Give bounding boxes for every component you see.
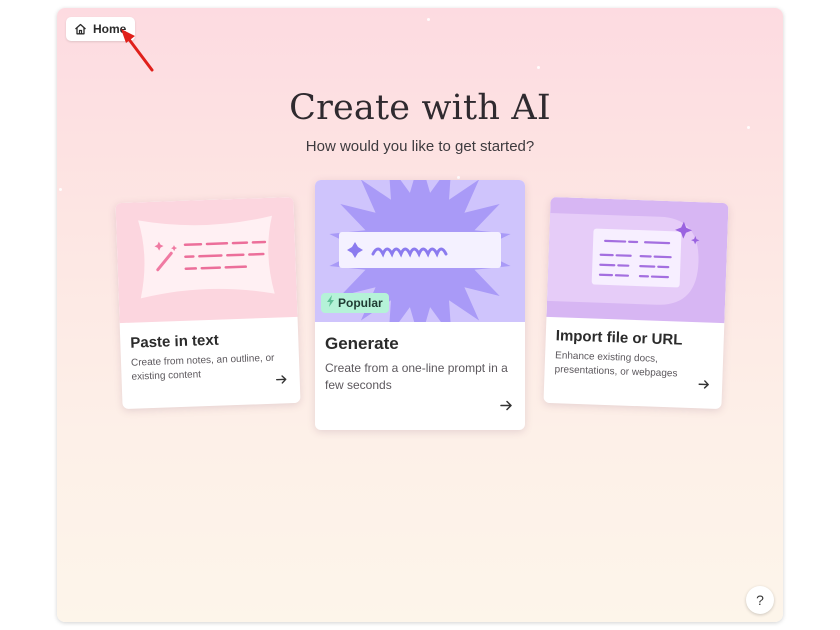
- home-icon: [74, 23, 87, 35]
- lightning-icon: [326, 294, 335, 312]
- paste-card-illustration: [115, 196, 298, 324]
- background-sparkle: [59, 188, 62, 191]
- generate-card-title: Generate: [325, 334, 399, 353]
- generate-card-description: Create from a one-line prompt in a few s…: [325, 361, 508, 392]
- paste-card-title: Paste in text: [130, 331, 219, 352]
- popular-badge: Popular: [321, 293, 389, 313]
- import-card-title: Import file or URL: [555, 327, 683, 349]
- import-card-description: Enhance existing docs, presentations, or…: [554, 350, 678, 380]
- page-subtitle: How would you like to get started?: [305, 138, 535, 155]
- generate-card[interactable]: Popular Generate Create from a one-line …: [315, 180, 525, 430]
- arrow-right-icon: [698, 376, 711, 394]
- import-card-illustration: [546, 196, 729, 324]
- background-sparkle: [427, 18, 430, 21]
- pointer-arrow-icon: [121, 29, 154, 72]
- app-window: Home Create with AI How would you like t…: [57, 8, 783, 622]
- page-title: Create with AI: [289, 88, 551, 128]
- background-sparkle: [457, 176, 460, 179]
- popular-badge-label: Popular: [338, 296, 383, 310]
- background-sparkle: [537, 66, 540, 69]
- arrow-right-icon: [500, 398, 513, 416]
- generate-card-illustration: Popular: [315, 180, 525, 342]
- import-file-card[interactable]: Import file or URL Enhance existing docs…: [543, 196, 729, 410]
- paste-in-text-card[interactable]: Paste in text Create from notes, an outl…: [115, 196, 301, 410]
- paste-card-description: Create from notes, an outline, or existi…: [130, 352, 275, 383]
- help-button[interactable]: ?: [746, 586, 774, 614]
- arrow-right-icon: [275, 371, 288, 389]
